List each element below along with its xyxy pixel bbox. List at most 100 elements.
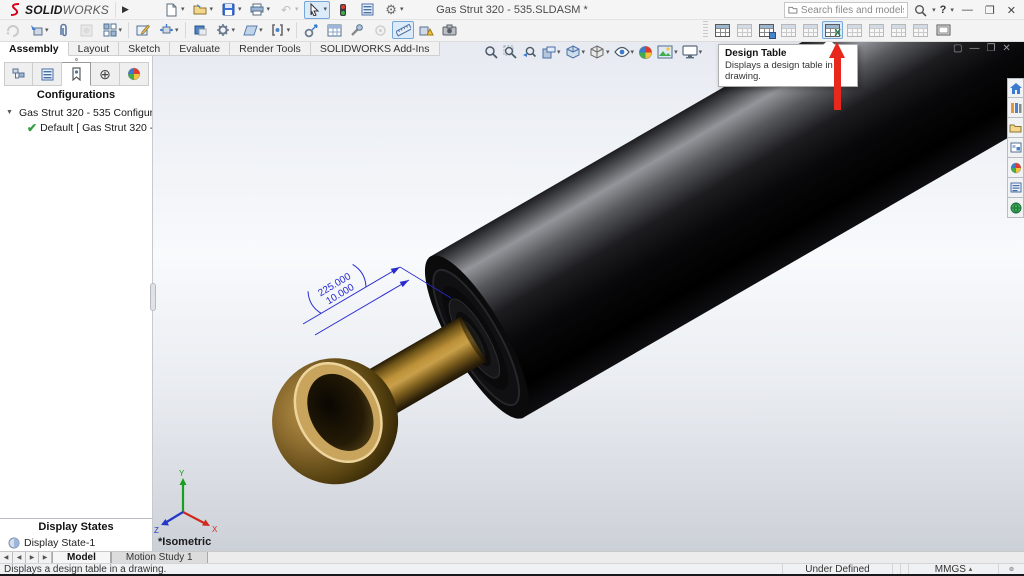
help-caret[interactable]: ▾: [950, 7, 954, 14]
nav-next-button[interactable]: ▶: [26, 552, 39, 563]
feature-manager-tab[interactable]: [4, 62, 33, 86]
save-button[interactable]: ▾: [218, 1, 245, 19]
edit-component-button[interactable]: [2, 21, 24, 39]
border-button[interactable]: [932, 21, 954, 39]
take-snapshot-button[interactable]: [438, 21, 460, 39]
close-button[interactable]: ✕: [1003, 4, 1020, 17]
search-input[interactable]: [801, 5, 904, 16]
doc-pin-icon[interactable]: ▢: [953, 43, 962, 54]
assembly-features-button[interactable]: ▾: [212, 21, 239, 39]
tree-row-root[interactable]: ▼ Gas Strut 320 - 535 Configuration(s): [0, 105, 152, 120]
instant3d-button[interactable]: [392, 21, 414, 39]
general-table-button[interactable]: [712, 21, 733, 39]
previous-view-button[interactable]: [521, 44, 538, 61]
custom-properties-tab[interactable]: [1007, 178, 1024, 198]
smart-fasteners-button[interactable]: [346, 21, 368, 39]
graphics-area[interactable]: 225.000 10.000 Y X Z *Isometric: [153, 42, 1024, 551]
edit-part-button[interactable]: [132, 21, 154, 39]
help-button[interactable]: ?: [940, 4, 947, 16]
bom-table-button[interactable]: [756, 21, 777, 39]
new-button[interactable]: ▾: [161, 1, 188, 19]
rebuild-button[interactable]: [332, 1, 354, 19]
toolbar-flyout-button[interactable]: ▶: [115, 2, 135, 18]
component-preview-button[interactable]: [76, 21, 98, 39]
exploded-view-button[interactable]: [300, 21, 322, 39]
revision-table-button[interactable]: [778, 21, 799, 39]
file-explorer-tab[interactable]: [1007, 118, 1024, 138]
apply-scene-button[interactable]: ▾: [656, 44, 679, 60]
nav-first-button[interactable]: ◀: [0, 552, 13, 563]
search-icon[interactable]: [912, 2, 928, 18]
reference-geometry-button[interactable]: ▾: [239, 21, 266, 39]
undo-button[interactable]: ↶ ▾: [275, 1, 302, 19]
search-caret[interactable]: ▾: [932, 7, 936, 14]
doc-minimize-button[interactable]: —: [969, 43, 979, 54]
dimxpert-icon: ⊕: [99, 66, 111, 83]
weldment-cutlist-button[interactable]: [800, 21, 821, 39]
tab-layout[interactable]: Layout: [69, 42, 120, 56]
nav-last-button[interactable]: ▶: [39, 552, 52, 563]
open-button[interactable]: ▾: [189, 1, 216, 19]
punch-table-button[interactable]: [866, 21, 887, 39]
display-state-row[interactable]: Display State-1: [0, 535, 152, 551]
section-view-button[interactable]: ▾: [540, 44, 562, 61]
file-properties-button[interactable]: [356, 1, 378, 19]
zoom-to-area-button[interactable]: [502, 44, 519, 61]
print-button[interactable]: ▾: [246, 1, 273, 19]
zoom-to-fit-button[interactable]: [483, 44, 500, 61]
manager-tabs: ⊕: [0, 62, 152, 86]
minimize-button[interactable]: —: [958, 4, 977, 16]
design-table-button[interactable]: X: [822, 21, 843, 39]
model-tab[interactable]: Model: [52, 552, 111, 563]
units-selector[interactable]: MMGS ▴: [908, 564, 998, 574]
solidworks-resources-tab[interactable]: [1007, 198, 1024, 218]
nav-prev-button[interactable]: ◀: [13, 552, 26, 563]
appearances-ball-icon: [1010, 162, 1022, 174]
tree-row-default-config[interactable]: ✔ Default [ Gas Strut 320 - 535: [0, 120, 152, 135]
make-smart-component-button[interactable]: [369, 21, 391, 39]
display-style-button[interactable]: ▾: [588, 44, 611, 61]
search-box[interactable]: [784, 2, 908, 18]
view-orientation-button[interactable]: ▾: [564, 44, 587, 61]
hide-show-items-button[interactable]: ▾: [613, 45, 636, 59]
interference-detection-button[interactable]: [415, 21, 437, 39]
mate-button[interactable]: [53, 21, 75, 39]
status-tag-button[interactable]: [998, 564, 1024, 574]
select-button[interactable]: ▾: [304, 1, 331, 19]
tab-assembly[interactable]: Assembly: [0, 42, 69, 56]
dimxpert-manager-tab[interactable]: ⊕: [91, 62, 120, 86]
doc-close-button[interactable]: ✕: [1002, 43, 1010, 54]
hole-table-button[interactable]: [734, 21, 755, 39]
show-hidden-components-button[interactable]: [189, 21, 211, 39]
appearances-scenes-tab[interactable]: [1007, 158, 1024, 178]
tab-solidworks-add-ins[interactable]: SOLIDWORKS Add-Ins: [311, 42, 440, 56]
motion-study-tab[interactable]: Motion Study 1: [111, 552, 208, 563]
move-component-button[interactable]: ▾: [155, 21, 182, 39]
edit-appearance-button[interactable]: [637, 44, 654, 61]
model-canvas[interactable]: 225.000 10.000 Y X Z *Isometric: [153, 42, 1024, 551]
bend-table-button[interactable]: [888, 21, 909, 39]
view-palette-tab[interactable]: [1007, 138, 1024, 158]
tab-evaluate[interactable]: Evaluate: [170, 42, 230, 56]
toolbar-grip[interactable]: [703, 21, 708, 39]
insert-components-button[interactable]: ▾: [25, 21, 52, 39]
home-tab[interactable]: [1007, 78, 1024, 98]
tab-render-tools[interactable]: Render Tools: [230, 42, 311, 56]
display-manager-tab[interactable]: [120, 62, 149, 86]
expand-arrow-icon[interactable]: ▼: [6, 109, 13, 116]
weld-table-button[interactable]: [910, 21, 931, 39]
view-settings-button[interactable]: ▾: [681, 44, 704, 60]
mate-paperclip-icon: [56, 22, 72, 38]
panel-splitter-handle[interactable]: [150, 283, 156, 311]
configuration-manager-tab[interactable]: [62, 62, 91, 86]
new-motion-study-button[interactable]: ▾: [267, 21, 294, 39]
tab-sketch[interactable]: Sketch: [119, 42, 170, 56]
design-library-tab[interactable]: [1007, 98, 1024, 118]
bill-of-materials-button[interactable]: [323, 21, 345, 39]
linear-component-pattern-button[interactable]: ▾: [99, 21, 126, 39]
restore-button[interactable]: ❐: [981, 4, 999, 17]
property-manager-tab[interactable]: [33, 62, 62, 86]
title-block-table-button[interactable]: [844, 21, 865, 39]
options-button[interactable]: ⚙ ▾: [380, 1, 407, 19]
doc-restore-button[interactable]: ❐: [986, 43, 995, 54]
